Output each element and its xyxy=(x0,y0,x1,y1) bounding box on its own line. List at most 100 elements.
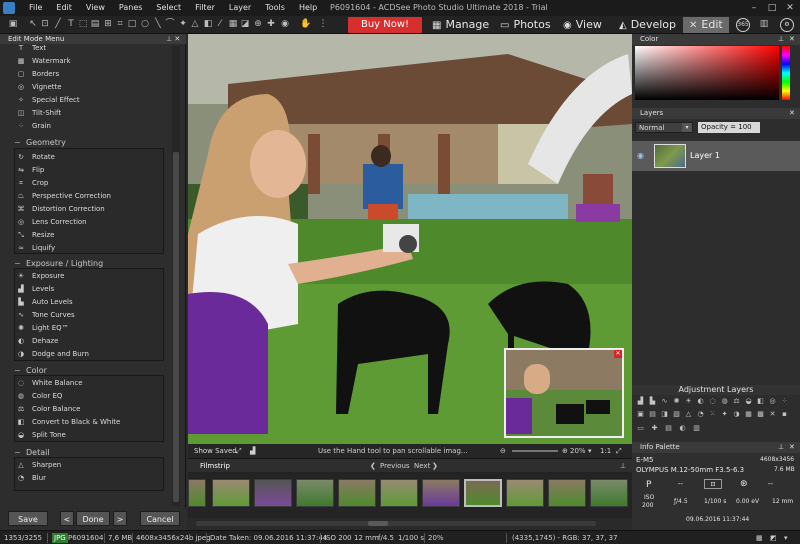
adj-detail-icon[interactable]: ✦ xyxy=(720,410,729,419)
zoom-slider[interactable] xyxy=(512,450,558,452)
previous-arrow-icon[interactable]: ❮ xyxy=(370,459,376,473)
tool-blur[interactable]: ◔ Blur xyxy=(16,472,46,484)
tool-grain[interactable]: ⁘ Grain xyxy=(16,120,51,132)
line-tool-icon[interactable]: ╲ xyxy=(153,19,163,30)
previous-button[interactable]: Previous xyxy=(380,459,410,473)
tool-light-eq[interactable]: ✺ Light EQ™ xyxy=(16,322,69,334)
next-image-button[interactable]: > xyxy=(113,511,127,526)
add-layer-icon[interactable]: ✚ xyxy=(650,424,659,433)
tab-view[interactable]: ◉ View xyxy=(563,17,602,33)
adj-hue-icon[interactable]: ◑ xyxy=(732,410,741,419)
heal-tool-icon[interactable]: ✚ xyxy=(266,19,276,30)
close-icon[interactable]: ✕ xyxy=(789,34,795,45)
tool-distortion[interactable]: ⌘ Distortion Correction xyxy=(16,203,105,215)
adj-more-icon[interactable]: ▪ xyxy=(780,410,789,419)
delete-layer-icon[interactable]: ▥ xyxy=(692,424,701,433)
maximize-button[interactable]: □ xyxy=(764,0,780,16)
zoom-value[interactable]: 20% xyxy=(570,444,586,458)
tab-edit[interactable]: ✕ Edit xyxy=(683,17,729,33)
adj-vignette-icon[interactable]: ◎ xyxy=(768,397,777,406)
filmstrip-scrollbar[interactable] xyxy=(188,518,632,530)
tool-tilt-shift[interactable]: ◫ Tilt-Shift xyxy=(16,107,61,119)
image-viewer[interactable]: ✕ xyxy=(188,34,632,444)
adj-levels-icon[interactable]: ▟ xyxy=(636,397,645,406)
polygon-tool-icon[interactable]: △ xyxy=(190,19,200,30)
color-picker-field[interactable] xyxy=(635,46,779,100)
full-screen-icon[interactable]: ⤢ xyxy=(616,444,622,458)
tool-crop[interactable]: ⌗ Crop xyxy=(16,177,48,189)
select-tool-icon[interactable]: ▣ xyxy=(8,19,18,30)
panel-layout-icon[interactable]: ▦ xyxy=(756,531,763,544)
image-tool-icon[interactable]: ▤ xyxy=(90,19,100,30)
adj-auto-levels-icon[interactable]: ▙ xyxy=(648,397,657,406)
tool-levels[interactable]: ▟ Levels xyxy=(16,283,54,295)
tool-flip[interactable]: ⇋ Flip xyxy=(16,164,44,176)
menu-file[interactable]: File xyxy=(22,0,49,16)
filmstrip-thumb[interactable] xyxy=(296,479,334,507)
filmstrip-pin-icon[interactable]: ⊥ xyxy=(620,459,626,473)
show-saved-button[interactable]: Show Saved xyxy=(194,444,237,458)
filmstrip-thumb[interactable] xyxy=(338,479,376,507)
gradient-tool-icon[interactable]: ▦ xyxy=(228,19,238,30)
pin-icon[interactable]: ⊥ xyxy=(778,442,784,453)
tool-split-tone[interactable]: ◒ Split Tone xyxy=(16,429,66,441)
rect-tool-icon[interactable]: □ xyxy=(127,19,137,30)
pin-icon[interactable]: ⊥ xyxy=(778,34,784,45)
tool-white-balance[interactable]: ◌ White Balance xyxy=(16,377,83,389)
clone-tool-icon[interactable]: ⊕ xyxy=(253,19,263,30)
adj-blur-icon[interactable]: ◔ xyxy=(696,410,705,419)
filmstrip-thumb[interactable] xyxy=(254,479,292,507)
new-layer-icon[interactable]: ▭ xyxy=(636,424,645,433)
menu-layer[interactable]: Layer xyxy=(222,0,258,16)
filmstrip-thumb-selected[interactable] xyxy=(464,479,502,507)
next-arrow-icon[interactable]: ❯ xyxy=(432,459,438,473)
brush-tool-icon[interactable]: ⊡ xyxy=(40,19,50,30)
adj-grain-icon[interactable]: ⁘ xyxy=(780,397,789,406)
dashboard-icon[interactable]: ▥ xyxy=(759,19,769,30)
hand-tool-icon[interactable]: ✋ xyxy=(300,19,311,30)
magic-wand-icon[interactable]: ✦ xyxy=(178,19,188,30)
zoom-dropdown-icon[interactable]: ▾ xyxy=(588,444,592,458)
theme-icon[interactable]: ◩ xyxy=(770,531,777,544)
tool-watermark[interactable]: ▩ Watermark xyxy=(16,55,71,67)
more-tools-icon[interactable]: ⋮ xyxy=(318,19,328,30)
adj-sharpen-icon[interactable]: △ xyxy=(684,410,693,419)
menu-panes[interactable]: Panes xyxy=(112,0,150,16)
tool-color-eq[interactable]: ◍ Color EQ xyxy=(16,390,63,402)
tool-auto-levels[interactable]: ▙ Auto Levels xyxy=(16,296,72,308)
adj-posterize-icon[interactable]: ▤ xyxy=(648,410,657,419)
eraser-tool-icon[interactable]: ◪ xyxy=(240,19,250,30)
group-layer-icon[interactable]: ▤ xyxy=(664,424,673,433)
pin-icon[interactable]: ⊥ ✕ xyxy=(166,34,180,44)
tab-photos[interactable]: ▭ Photos xyxy=(500,17,551,33)
filmstrip-thumb[interactable] xyxy=(548,479,586,507)
text-tool-icon[interactable]: T xyxy=(66,19,76,30)
settings-icon[interactable]: ⚙ xyxy=(780,18,794,32)
shape-tool-icon[interactable]: ⬚ xyxy=(78,19,88,30)
adj-dehaze-icon[interactable]: ◐ xyxy=(696,397,705,406)
adj-black-white-icon[interactable]: ◧ xyxy=(756,397,765,406)
tool-special-effect[interactable]: ✧ Special Effect xyxy=(16,94,80,106)
cancel-button[interactable]: Cancel xyxy=(140,511,180,526)
close-icon[interactable]: ✕ xyxy=(789,442,795,453)
adj-invert-icon[interactable]: ◨ xyxy=(660,410,669,419)
red-eye-tool-icon[interactable]: ◉ xyxy=(280,19,290,30)
filmstrip-scroll-track[interactable] xyxy=(196,521,596,526)
stamp-tool-icon[interactable]: ⊞ xyxy=(103,19,113,30)
adj-white-balance-icon[interactable]: ◌ xyxy=(708,397,717,406)
tab-manage[interactable]: ▦ Manage xyxy=(432,17,489,33)
adj-color-balance-icon[interactable]: ⚖ xyxy=(732,397,741,406)
crop-tool-icon[interactable]: ⌗ xyxy=(115,19,125,30)
tool-text[interactable]: T Text xyxy=(16,42,46,54)
actual-size-button[interactable]: 1:1 xyxy=(600,444,611,458)
hue-slider[interactable] xyxy=(782,46,790,100)
opacity-field[interactable]: Opacity = 100 xyxy=(698,122,760,133)
fit-icon[interactable]: ⤢ xyxy=(236,444,242,458)
next-button[interactable]: Next xyxy=(414,459,430,473)
pointer-tool-icon[interactable]: ↖ xyxy=(28,19,38,30)
visibility-eye-icon[interactable]: ◉ xyxy=(637,151,644,160)
tool-sharpen[interactable]: △ Sharpen xyxy=(16,459,61,471)
left-scroll-thumb[interactable] xyxy=(173,152,179,502)
tool-vignette[interactable]: ◎ Vignette xyxy=(16,81,62,93)
menu-view[interactable]: View xyxy=(79,0,112,16)
